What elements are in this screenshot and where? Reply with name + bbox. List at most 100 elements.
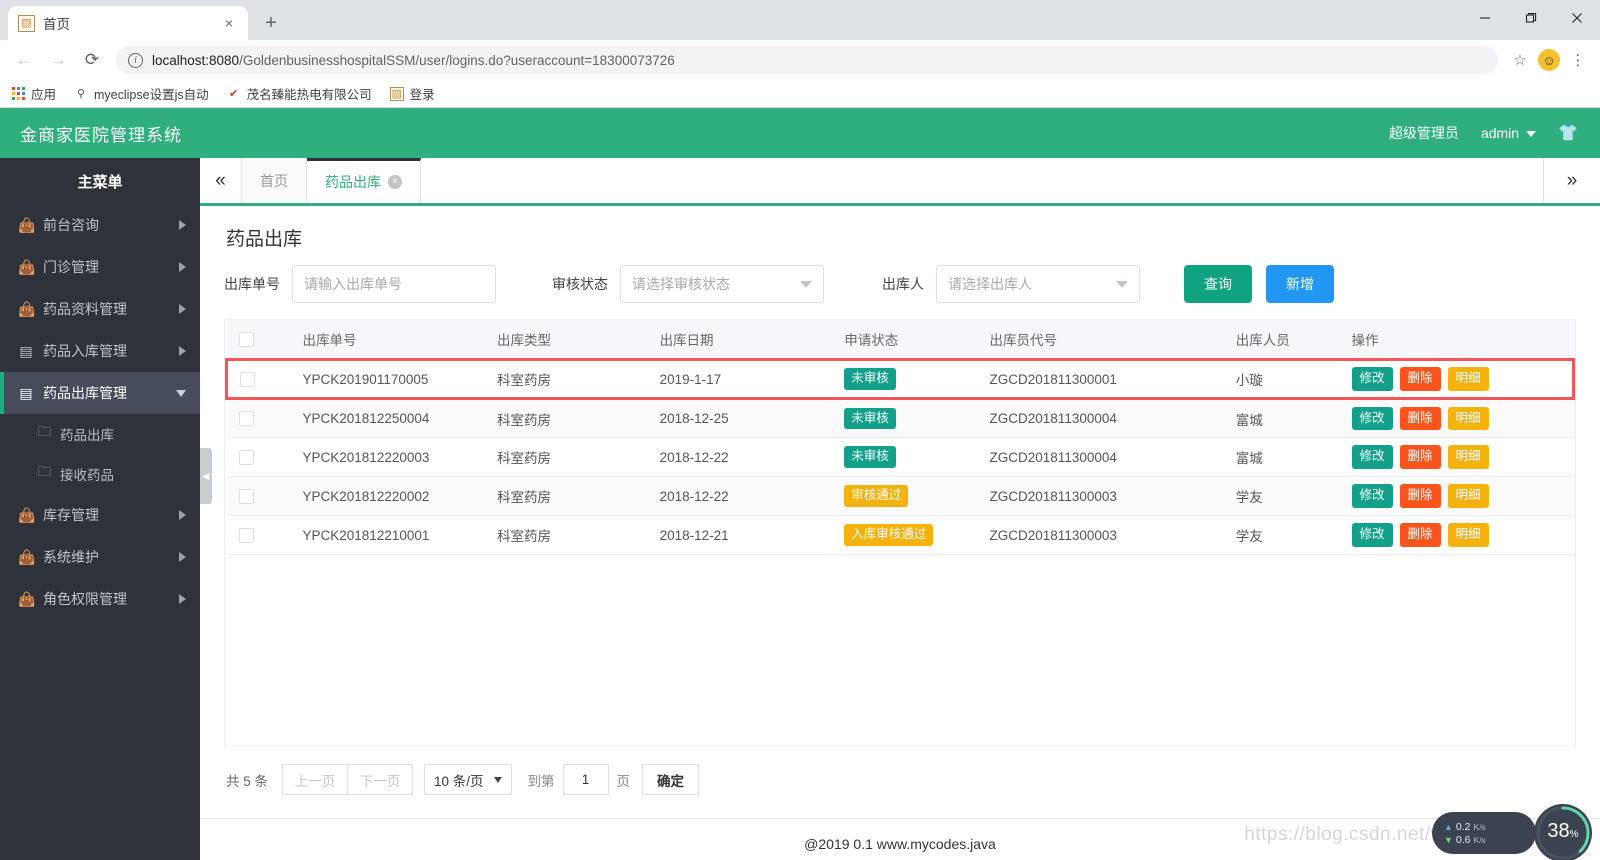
url-host: localhost:8080	[152, 52, 240, 68]
forward-icon[interactable]: →	[42, 44, 74, 76]
detail-button[interactable]: 明细	[1447, 445, 1489, 469]
tab-drug-outbound[interactable]: 药品出库 ×	[307, 158, 421, 203]
bookmark-item[interactable]: ⚲ myeclipse设置js自动	[74, 84, 209, 103]
browser-toolbar: ← → ⟳ i localhost:8080/Goldenbusinesshos…	[0, 40, 1600, 80]
tab-home[interactable]: 首页	[242, 158, 307, 203]
sidebar-item-drug-info[interactable]: 👜 药品资料管理	[0, 288, 200, 330]
delete-button[interactable]: 删除	[1399, 406, 1441, 431]
sidebar-subitem-receive-drug[interactable]: 🗀 接收药品	[0, 454, 200, 494]
tabbar-scroll-right-icon[interactable]: »	[1544, 158, 1600, 203]
add-button[interactable]: 新增	[1266, 265, 1334, 303]
query-button[interactable]: 查询	[1184, 265, 1252, 303]
table-row[interactable]: YPCK201812210001 科室药房 2018-12-21 入库审核通过 ZGCD…	[226, 515, 1574, 555]
minimize-icon[interactable]	[1462, 0, 1508, 36]
operator-select[interactable]: 请选择出库人	[936, 265, 1140, 303]
upload-unit: K/s	[1473, 821, 1486, 832]
detail-button[interactable]: 明细	[1447, 406, 1489, 431]
profile-avatar[interactable]: ☺	[1538, 49, 1560, 71]
delete-button[interactable]: 删除	[1399, 367, 1441, 391]
order-no-input[interactable]	[292, 265, 496, 303]
sidebar-item-frontdesk[interactable]: 👜 前台咨询	[0, 204, 200, 246]
detail-button[interactable]: 明细	[1447, 523, 1489, 547]
row-checkbox[interactable]	[238, 449, 254, 465]
edit-button[interactable]: 修改	[1351, 523, 1393, 547]
sidebar-subitem-drug-outbound[interactable]: 🗀 药品出库	[0, 414, 200, 454]
page-number-input[interactable]: 1	[562, 764, 609, 795]
bookmark-label: 应用	[31, 88, 57, 102]
delete-button[interactable]: 删除	[1399, 523, 1441, 547]
sidebar-heading: 主菜单	[77, 173, 123, 191]
cell-operations: 修改 删除 明细	[1339, 358, 1575, 400]
sidebar-item-stock[interactable]: 👜 库存管理	[0, 494, 200, 536]
sidebar-subitem-label: 接收药品	[60, 468, 115, 483]
user-name: admin	[1480, 125, 1520, 141]
tabbar-spacer	[421, 158, 1544, 203]
table-row[interactable]: YPCK201901170005 科室药房 2019-1-17 未审核 ZGCD2018…	[224, 358, 1575, 400]
close-icon[interactable]: ×	[388, 175, 402, 189]
cpu-gauge-widget[interactable]: 38 %	[1534, 804, 1592, 860]
bag-icon: 👜	[18, 506, 36, 523]
cell-person: 富城	[1223, 398, 1340, 438]
edit-button[interactable]: 修改	[1351, 445, 1393, 469]
apps-grid-icon	[12, 87, 25, 100]
close-window-icon[interactable]	[1554, 0, 1600, 36]
bookmark-star-icon[interactable]: ☆	[1506, 51, 1534, 69]
sidebar-item-drug-outbound[interactable]: ▤ 药品出库管理	[0, 372, 200, 414]
jump-prefix-label: 到第	[527, 773, 555, 789]
row-checkbox[interactable]	[238, 488, 254, 504]
table-row[interactable]: YPCK201812250004 科室药房 2018-12-25 未审核 ZGCD201…	[226, 398, 1574, 438]
prev-page-button[interactable]: 上一页	[282, 764, 349, 795]
sidebar-item-drug-inbound[interactable]: ▤ 药品入库管理	[0, 330, 200, 372]
sidebar-item-role-permission[interactable]: 👜 角色权限管理	[0, 578, 200, 620]
close-icon[interactable]: ×	[220, 14, 238, 32]
edit-button[interactable]: 修改	[1351, 367, 1393, 391]
select-all-checkbox[interactable]	[238, 331, 254, 347]
cell-type: 科室药房	[485, 398, 648, 438]
browser-tab-title: 首页	[43, 17, 70, 32]
bookmark-item[interactable]: ✔ 茂名臻能热电有限公司	[227, 84, 372, 103]
chevron-down-icon	[1526, 131, 1537, 138]
detail-button[interactable]: 明细	[1447, 367, 1489, 391]
address-bar[interactable]: i localhost:8080/GoldenbusinesshospitalS…	[116, 46, 1498, 74]
edit-button[interactable]: 修改	[1351, 484, 1393, 508]
filter-bar: 出库单号 审核状态 请选择审核状态 出库人 请选择出库人	[224, 265, 1576, 303]
bookmark-icon: ✔	[229, 88, 239, 100]
bookmark-item[interactable]: ▨ 登录	[389, 84, 435, 103]
bag-icon: 👜	[18, 216, 36, 233]
detail-button[interactable]: 明细	[1447, 484, 1489, 508]
confirm-page-button[interactable]: 确定	[642, 764, 700, 795]
audit-state-select[interactable]: 请选择审核状态	[620, 265, 824, 303]
user-menu[interactable]: admin	[1480, 125, 1537, 141]
row-checkbox[interactable]	[238, 411, 254, 426]
folder-icon: 🗀	[38, 424, 52, 439]
sidebar-item-system-maintenance[interactable]: 👜 系统维护	[0, 536, 200, 578]
table-row[interactable]: YPCK201812220003 科室药房 2018-12-22 未审核 ZGCD201…	[226, 437, 1574, 477]
page-size-select[interactable]: 10 条/页	[424, 764, 512, 795]
header-type: 出库类型	[485, 319, 648, 360]
next-page-button[interactable]: 下一页	[347, 764, 414, 795]
table-row[interactable]: YPCK201812220002 科室药房 2018-12-22 审核通过 ZGCD20…	[226, 476, 1574, 516]
edit-button[interactable]: 修改	[1351, 406, 1393, 431]
maximize-icon[interactable]	[1508, 0, 1554, 36]
reload-icon[interactable]: ⟳	[76, 44, 108, 76]
browser-menu-icon[interactable]: ⋮	[1564, 53, 1592, 68]
back-icon[interactable]: ←	[8, 44, 40, 76]
sidebar-item-outpatient[interactable]: 👜 门诊管理	[0, 246, 200, 288]
tabbar-scroll-left-icon[interactable]: «	[200, 158, 242, 203]
delete-button[interactable]: 删除	[1399, 445, 1441, 469]
row-checkbox-cell	[226, 437, 291, 477]
theme-shirt-icon[interactable]: 👕	[1558, 123, 1578, 143]
cell-order-no: YPCK201812220002	[290, 476, 486, 516]
network-speed-widget[interactable]: ▲ 0.2 K/s ▼ 0.6 K/s	[1432, 812, 1536, 854]
bookmark-label: 登录	[409, 88, 435, 102]
site-info-icon[interactable]: i	[128, 52, 143, 68]
delete-button[interactable]: 删除	[1399, 484, 1441, 508]
row-checkbox[interactable]	[240, 371, 255, 387]
row-checkbox[interactable]	[238, 527, 254, 543]
new-tab-button[interactable]: +	[256, 8, 286, 38]
browser-tab[interactable]: ▨ 首页 ×	[8, 6, 248, 40]
bookmarks-bar: 应用 ⚲ myeclipse设置js自动 ✔ 茂名臻能热电有限公司 ▨ 登录	[0, 80, 1600, 108]
bookmark-apps[interactable]: 应用	[12, 84, 56, 103]
cell-code: ZGCD201811300003	[977, 515, 1224, 555]
gauge-percent-symbol: %	[1569, 829, 1579, 840]
